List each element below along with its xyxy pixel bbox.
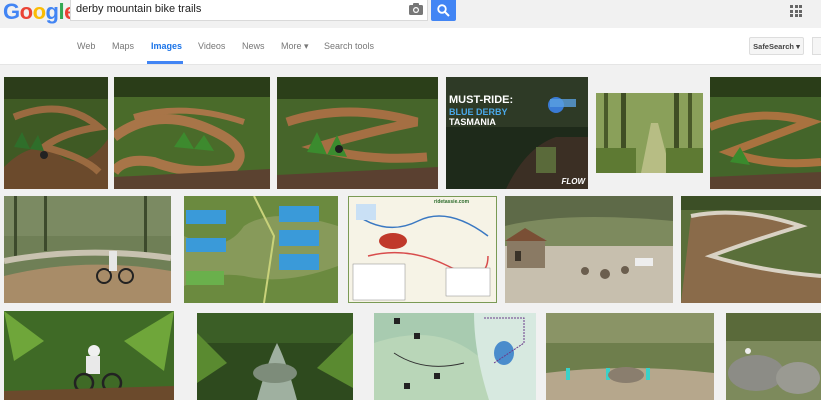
hut-photo bbox=[505, 196, 673, 303]
trailhead-photo bbox=[546, 313, 714, 400]
trail-map bbox=[348, 196, 497, 303]
logo-letter-g2: g bbox=[45, 0, 59, 24]
map-site-label: ridetassie.com bbox=[434, 199, 470, 205]
settings-button[interactable] bbox=[812, 37, 821, 55]
search-nav-bar: Web Maps Images Videos News More ▾ Searc… bbox=[0, 28, 821, 65]
rider-photo bbox=[4, 196, 171, 303]
image-result-11[interactable] bbox=[681, 196, 821, 303]
overlay-location: TASMANIA bbox=[449, 117, 496, 127]
overlay-title: MUST-RIDE: bbox=[449, 94, 514, 106]
rock-trail-photo bbox=[726, 313, 821, 400]
image-result-14[interactable] bbox=[374, 313, 536, 400]
tab-videos[interactable]: Videos bbox=[198, 41, 225, 51]
image-result-16[interactable] bbox=[726, 313, 821, 400]
tab-images[interactable]: Images bbox=[151, 41, 182, 51]
trail-photo bbox=[4, 77, 108, 189]
camera-icon[interactable] bbox=[409, 3, 423, 15]
tab-more[interactable]: More ▾ bbox=[281, 41, 309, 52]
image-result-7[interactable] bbox=[4, 196, 171, 303]
image-result-3[interactable] bbox=[277, 77, 438, 189]
logo-letter-g: G bbox=[3, 0, 20, 24]
search-button[interactable] bbox=[431, 0, 456, 21]
tab-news[interactable]: News bbox=[242, 41, 265, 51]
image-result-10[interactable] bbox=[505, 196, 673, 303]
tab-maps[interactable]: Maps bbox=[112, 41, 134, 51]
trail-photo bbox=[114, 77, 270, 189]
trail-photo bbox=[681, 196, 821, 303]
image-result-2[interactable] bbox=[114, 77, 270, 189]
logo-letter-o2: o bbox=[32, 0, 46, 24]
image-result-1[interactable] bbox=[4, 77, 108, 189]
rider-fern-photo bbox=[4, 311, 174, 400]
logo-letter-o1: o bbox=[19, 0, 33, 24]
forest-trail-photo bbox=[596, 93, 703, 173]
trail-photo bbox=[277, 77, 438, 189]
aerial-map bbox=[184, 196, 338, 303]
search-input[interactable]: derby mountain bike trails bbox=[70, 0, 428, 21]
flow-badge: FLOW bbox=[561, 177, 585, 186]
google-logo[interactable]: Google bbox=[3, 0, 76, 25]
creek-photo bbox=[197, 313, 353, 400]
search-icon bbox=[437, 4, 450, 17]
tab-web[interactable]: Web bbox=[77, 41, 95, 51]
top-bar: Google derby mountain bike trails bbox=[0, 0, 821, 28]
image-result-5[interactable] bbox=[596, 93, 703, 173]
park-map bbox=[374, 313, 536, 400]
overlay-subtitle: BLUE DERBY bbox=[449, 107, 508, 117]
image-result-4[interactable]: MUST-RIDE: BLUE DERBY TASMANIA FLOW bbox=[446, 77, 588, 189]
image-result-13[interactable] bbox=[197, 313, 353, 400]
safesearch-button[interactable]: SafeSearch ▾ bbox=[749, 37, 804, 55]
active-tab-indicator bbox=[147, 61, 183, 64]
image-result-9[interactable]: ridetassie.com bbox=[348, 196, 497, 303]
image-result-8[interactable] bbox=[184, 196, 338, 303]
apps-grid-icon[interactable] bbox=[790, 5, 802, 17]
tab-search-tools[interactable]: Search tools bbox=[324, 41, 374, 51]
image-result-6[interactable] bbox=[710, 77, 821, 189]
image-results-grid: MUST-RIDE: BLUE DERBY TASMANIA FLOW ride… bbox=[0, 65, 821, 400]
search-query-text[interactable]: derby mountain bike trails bbox=[76, 3, 201, 15]
image-result-12[interactable] bbox=[4, 311, 174, 400]
image-result-15[interactable] bbox=[546, 313, 714, 400]
trail-photo bbox=[710, 77, 821, 189]
